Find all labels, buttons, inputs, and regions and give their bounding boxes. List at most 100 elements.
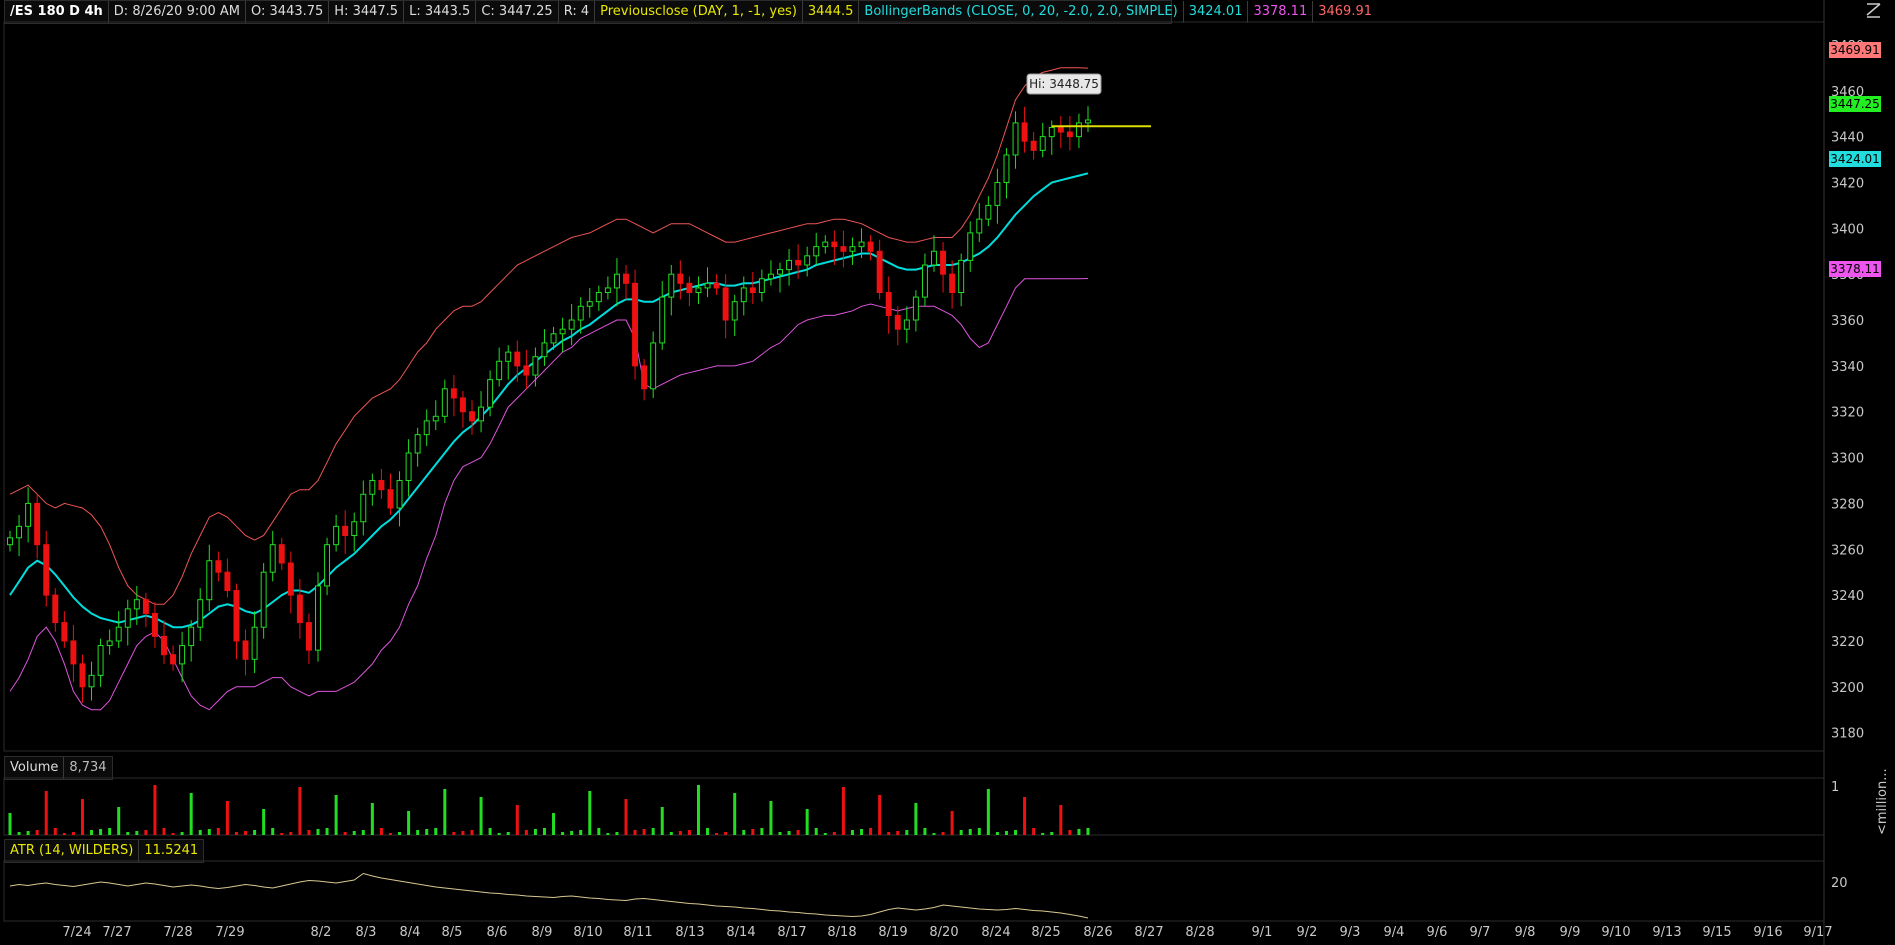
volume-bar: [579, 830, 583, 835]
candle-body: [423, 420, 430, 436]
candle-body: [34, 502, 41, 546]
volume-bar: [325, 828, 329, 835]
x-tick-label: 7/24: [62, 925, 91, 940]
x-tick-label: 9/8: [1515, 925, 1536, 940]
candle-body: [713, 282, 720, 289]
candle-body: [242, 640, 249, 660]
volume-bar: [289, 832, 293, 835]
volume-bar: [669, 832, 673, 835]
volume-bar: [896, 831, 900, 835]
x-tick-label: 9/3: [1340, 925, 1361, 940]
volume-bar: [44, 791, 48, 835]
volume-bar: [832, 832, 836, 835]
x-tick-label: 8/10: [573, 925, 602, 940]
volume-bar: [144, 830, 148, 835]
candle-body: [387, 489, 394, 509]
candle-body: [224, 571, 231, 592]
volume-bar: [552, 813, 556, 835]
candle-body: [559, 328, 566, 335]
volume-bar: [733, 793, 737, 835]
candle-body: [97, 645, 104, 676]
bollinger-bands: [9, 67, 1089, 711]
x-tick-label: 8/27: [1134, 925, 1163, 940]
chart-canvas[interactable]: 3180 3200 3220 3240 3260 3280 3300 3320 3340 3360…: [0, 0, 1895, 945]
volume-bar: [298, 787, 302, 835]
candle-body: [115, 626, 122, 642]
volume-bar: [1023, 797, 1027, 835]
volume-bar: [905, 830, 909, 835]
candle-body: [1048, 126, 1055, 138]
volume-bar: [986, 789, 990, 835]
volume-bar: [162, 828, 166, 835]
candle-body: [459, 397, 466, 413]
x-tick-label: 8/9: [532, 925, 553, 940]
candle-body: [79, 663, 86, 688]
candle-body: [731, 301, 738, 321]
candle-body: [1085, 119, 1091, 124]
price-tag-bb-upper: 3469.91: [1829, 42, 1881, 58]
volume-bar: [370, 803, 374, 835]
y-tick-label: 3280: [1831, 497, 1864, 512]
candlesticks: [7, 106, 1091, 703]
y-tick-label: 3400: [1831, 222, 1864, 237]
candle-body: [532, 356, 539, 376]
volume-bar: [117, 807, 121, 835]
x-tick-label: 8/6: [487, 925, 508, 940]
time-axis[interactable]: 7/24 7/27 7/28 7/29 8/2 8/3 8/4 8/5 8/6 8/9 8/10 8/…: [62, 925, 1832, 940]
candle-body: [342, 525, 349, 537]
volume-bar: [941, 832, 945, 835]
volume-bar: [678, 831, 682, 835]
candle-body: [70, 640, 77, 665]
y-tick-label: 3300: [1831, 452, 1864, 467]
volume-bar: [959, 830, 963, 835]
chart-settings-icon[interactable]: [1866, 3, 1881, 18]
volume-bar: [108, 828, 112, 835]
candle-body: [1066, 131, 1073, 138]
price-axis[interactable]: 3180 3200 3220 3240 3260 3280 3300 3320 3340 3360…: [1831, 39, 1864, 742]
volume-bar: [343, 832, 347, 835]
volume-bar: [778, 832, 782, 835]
candle-body: [949, 273, 956, 294]
volume-axis-label: 1: [1831, 780, 1839, 795]
volume-bar: [787, 831, 791, 835]
volume-bar: [914, 803, 918, 835]
volume-bar: [307, 830, 311, 835]
candle-body: [777, 269, 783, 275]
y-tick-label: 3440: [1831, 131, 1864, 146]
y-tick-label: 3340: [1831, 360, 1864, 375]
volume-bar: [570, 831, 574, 835]
y-tick-label: 3320: [1831, 406, 1864, 421]
candle-body: [269, 544, 276, 573]
candle-body: [188, 626, 195, 647]
volume-bar: [1059, 805, 1063, 835]
candle-body: [43, 544, 50, 596]
volume-bar: [742, 830, 746, 835]
atr-line-group: [9, 872, 1089, 919]
candle-body: [124, 608, 131, 628]
volume-bar: [860, 829, 864, 835]
candle-body: [441, 388, 448, 417]
high-tooltip-text: Hi: 3448.75: [1029, 77, 1099, 91]
volume-bar: [244, 831, 248, 835]
candle-body: [251, 626, 258, 660]
price-tag-bb-mid-text: 3424.01: [1830, 152, 1880, 166]
candle-body: [786, 259, 793, 271]
candle-body: [804, 255, 811, 266]
x-tick-label: 8/18: [827, 925, 856, 940]
x-tick-label: 7/28: [163, 925, 192, 940]
candle-body: [867, 241, 874, 252]
candle-body: [161, 635, 167, 656]
volume-bar: [334, 795, 338, 835]
candle-body: [1057, 126, 1064, 133]
candle-body: [659, 296, 666, 344]
candle-body: [215, 560, 222, 573]
candle-body: [378, 479, 385, 491]
volume-bar: [198, 830, 202, 835]
volume-bar: [189, 793, 193, 835]
candle-body: [278, 544, 285, 564]
candle-body: [885, 292, 892, 316]
candle-body: [260, 571, 267, 628]
candle-body: [668, 273, 675, 298]
volume-bar: [923, 828, 927, 835]
candle-body: [613, 273, 620, 289]
